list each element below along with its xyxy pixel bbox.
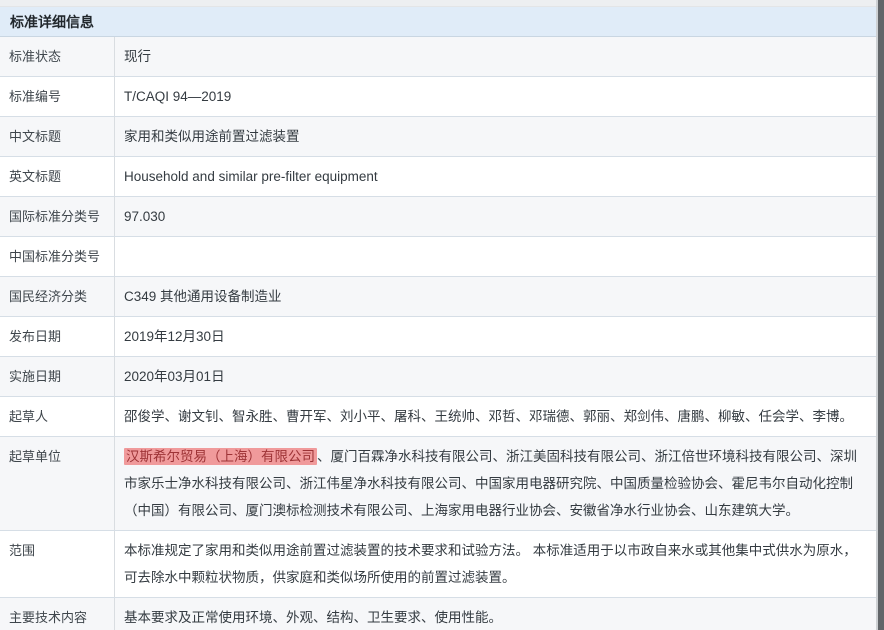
page-top-strip — [0, 0, 884, 7]
row-value — [115, 237, 877, 276]
row-value: 基本要求及正常使用环境、外观、结构、卫生要求、使用性能。 — [115, 598, 877, 630]
row-value: 家用和类似用途前置过滤装置 — [115, 117, 877, 156]
row-label: 中文标题 — [0, 117, 115, 156]
row-value-text: Household and similar pre-filter equipme… — [124, 169, 378, 184]
row-label: 主要技术内容 — [0, 598, 115, 630]
table-row: 国民经济分类 C349 其他通用设备制造业 — [0, 277, 877, 317]
standard-detail-panel: 标准详细信息 标准状态 现行 标准编号 T/CAQI 94—2019 中文标题 … — [0, 7, 877, 630]
detail-table: 标准状态 现行 标准编号 T/CAQI 94—2019 中文标题 家用和类似用途… — [0, 37, 877, 630]
table-row: 实施日期 2020年03月01日 — [0, 357, 877, 397]
panel-title: 标准详细信息 — [0, 7, 877, 37]
row-label: 起草单位 — [0, 437, 115, 530]
table-row: 标准编号 T/CAQI 94—2019 — [0, 77, 877, 117]
table-row: 范围 本标准规定了家用和类似用途前置过滤装置的技术要求和试验方法。 本标准适用于… — [0, 531, 877, 598]
row-label: 国民经济分类 — [0, 277, 115, 316]
row-value: Household and similar pre-filter equipme… — [115, 157, 877, 196]
row-label: 标准编号 — [0, 77, 115, 116]
row-label: 发布日期 — [0, 317, 115, 356]
row-value-text: 2020年03月01日 — [124, 369, 225, 384]
highlighted-company: 汉斯希尔贸易（上海）有限公司 — [124, 448, 317, 465]
row-label: 范围 — [0, 531, 115, 597]
row-value: 汉斯希尔贸易（上海）有限公司、厦门百霖净水科技有限公司、浙江美固科技有限公司、浙… — [115, 437, 877, 530]
row-value-text: 现行 — [124, 49, 151, 64]
row-value: 2020年03月01日 — [115, 357, 877, 396]
row-value-text: 2019年12月30日 — [124, 329, 225, 344]
window-right-edge — [878, 0, 884, 630]
row-label: 标准状态 — [0, 37, 115, 76]
row-value: 现行 — [115, 37, 877, 76]
row-value: T/CAQI 94—2019 — [115, 77, 877, 116]
table-row: 主要技术内容 基本要求及正常使用环境、外观、结构、卫生要求、使用性能。 — [0, 598, 877, 630]
row-value: 本标准规定了家用和类似用途前置过滤装置的技术要求和试验方法。 本标准适用于以市政… — [115, 531, 877, 597]
row-value: C349 其他通用设备制造业 — [115, 277, 877, 316]
row-value-text: 基本要求及正常使用环境、外观、结构、卫生要求、使用性能。 — [124, 610, 502, 625]
table-row: 英文标题 Household and similar pre-filter eq… — [0, 157, 877, 197]
row-value-text: 本标准规定了家用和类似用途前置过滤装置的技术要求和试验方法。 本标准适用于以市政… — [124, 543, 857, 585]
row-label: 起草人 — [0, 397, 115, 436]
row-value-text: 邵俊学、谢文钊、智永胜、曹开军、刘小平、屠科、王统帅、邓哲、邓瑞德、郭丽、郑剑伟… — [124, 409, 853, 424]
row-value-text: 家用和类似用途前置过滤装置 — [124, 129, 300, 144]
row-value: 97.030 — [115, 197, 877, 236]
table-row: 起草人 邵俊学、谢文钊、智永胜、曹开军、刘小平、屠科、王统帅、邓哲、邓瑞德、郭丽… — [0, 397, 877, 437]
row-value-text: C349 其他通用设备制造业 — [124, 289, 282, 304]
row-label: 中国标准分类号 — [0, 237, 115, 276]
row-value-text: 97.030 — [124, 209, 165, 224]
table-row: 中文标题 家用和类似用途前置过滤装置 — [0, 117, 877, 157]
row-label: 实施日期 — [0, 357, 115, 396]
row-label: 国际标准分类号 — [0, 197, 115, 236]
table-row: 中国标准分类号 — [0, 237, 877, 277]
row-value-text: T/CAQI 94—2019 — [124, 89, 231, 104]
table-row: 发布日期 2019年12月30日 — [0, 317, 877, 357]
table-row: 起草单位 汉斯希尔贸易（上海）有限公司、厦门百霖净水科技有限公司、浙江美固科技有… — [0, 437, 877, 531]
table-row: 标准状态 现行 — [0, 37, 877, 77]
row-value: 2019年12月30日 — [115, 317, 877, 356]
table-row: 国际标准分类号 97.030 — [0, 197, 877, 237]
row-value: 邵俊学、谢文钊、智永胜、曹开军、刘小平、屠科、王统帅、邓哲、邓瑞德、郭丽、郑剑伟… — [115, 397, 877, 436]
row-label: 英文标题 — [0, 157, 115, 196]
